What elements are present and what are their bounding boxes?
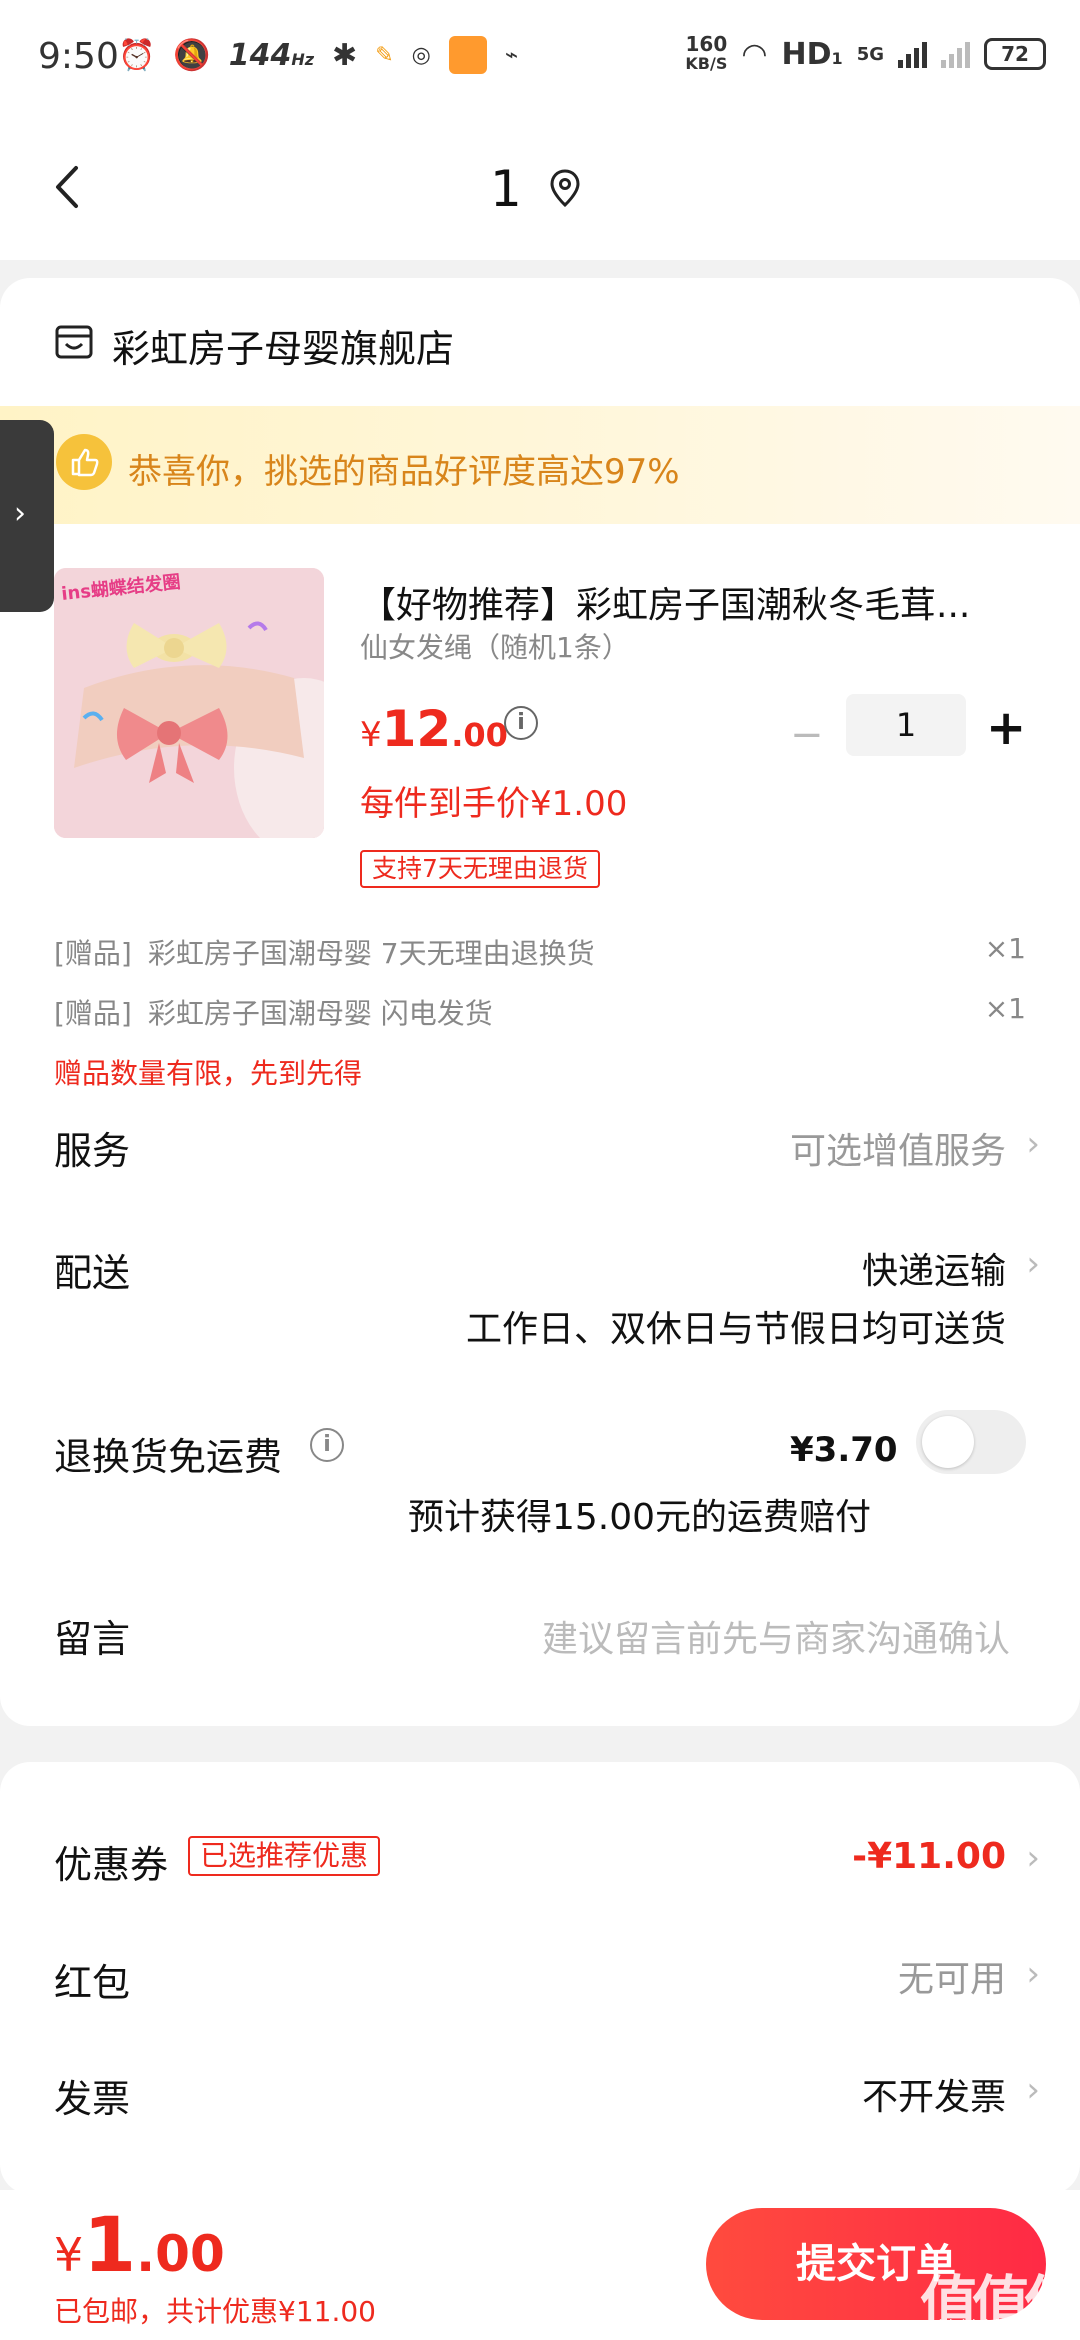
gift-quantity: ×1 — [984, 992, 1026, 1025]
link-icon: ⌁ — [504, 42, 519, 68]
service-value[interactable]: 可选增值服务 — [790, 1122, 1006, 1174]
watermark-url: zhizhizhi.com — [930, 2316, 1039, 2335]
gift-note: 赠品数量有限，先到先得 — [54, 1057, 363, 1090]
coupon-value[interactable]: -¥11.00 — [852, 1836, 1006, 1877]
toggle-knob — [922, 1416, 974, 1468]
status-right-icons: 160 KB/S ◠ HD1 5G 72 — [685, 34, 1046, 74]
shop-icon — [55, 325, 93, 359]
thumbs-up-icon — [56, 434, 112, 490]
address-title[interactable]: 1 — [490, 160, 522, 218]
app-notification-icon: ✎ — [375, 42, 394, 68]
cell-label: 5G — [856, 43, 884, 65]
gift-item: [赠品] 彩虹房子国潮母婴 7天无理由退换货 — [54, 937, 595, 970]
net-speed: 160 KB/S — [685, 32, 728, 73]
product-title[interactable]: 【好物推荐】彩虹房子国潮秋冬毛茸... — [360, 576, 1020, 628]
location-icon[interactable] — [548, 168, 582, 208]
total-note: 已包邮，共计优惠¥11.00 — [54, 2295, 376, 2328]
freight-toggle[interactable] — [916, 1410, 1026, 1474]
coupon-badge: 已选推荐优惠 — [188, 1836, 381, 1876]
alarm-icon: ⏰ — [118, 37, 156, 73]
chevron-right-icon[interactable]: › — [1026, 1124, 1040, 1164]
side-expand-tab[interactable]: › — [0, 420, 54, 612]
unit-price: 每件到手价¥1.00 — [360, 784, 628, 824]
wifi-icon: ◠ — [741, 36, 768, 72]
freight-info-icon[interactable]: i — [310, 1428, 344, 1462]
coupon-label: 优惠券 — [54, 1843, 169, 1887]
signal-2-icon — [941, 40, 970, 68]
gift-quantity: ×1 — [984, 932, 1026, 965]
delivery-label: 配送 — [54, 1251, 131, 1295]
eye-icon: ◎ — [411, 42, 431, 68]
freight-label: 退换货免运费 — [54, 1435, 283, 1479]
product-price: ¥12.00 — [360, 700, 508, 758]
freight-price: ¥3.70 — [790, 1430, 898, 1470]
delivery-subtitle: 工作日、双休日与节假日均可送货 — [465, 1309, 1006, 1350]
shop-name[interactable]: 彩虹房子母婴旗舰店 — [112, 318, 454, 373]
product-variant[interactable]: 仙女发绳（随机1条） — [360, 626, 630, 666]
status-bar: 9:50 ⏰ 🔕 144Hz ✱ ✎ ◎ ⌁ 160 KB/S ◠ HD1 5G… — [0, 0, 1080, 110]
delivery-value[interactable]: 快递运输 — [862, 1242, 1006, 1294]
page-header: 1 — [0, 110, 1080, 260]
invoice-value[interactable]: 不开发票 — [862, 2068, 1006, 2120]
freight-note: 预计获得15.00元的运费赔付 — [408, 1497, 872, 1538]
back-icon[interactable] — [48, 162, 88, 212]
chevron-right-icon[interactable]: › — [1026, 1244, 1040, 1284]
signal-icon — [898, 40, 927, 68]
chevron-right-icon: › — [14, 496, 26, 531]
rating-banner-text: 恭喜你，挑选的商品好评度高达97% — [128, 452, 680, 492]
total-price: ¥1.00 — [54, 2200, 225, 2289]
message-label: 留言 — [54, 1617, 131, 1661]
invoice-label: 发票 — [54, 2077, 131, 2121]
return-policy-badge: 支持7天无理由退货 — [360, 850, 600, 888]
bluetooth-icon: ✱ — [332, 37, 358, 73]
quantity-decrease-button[interactable]: − — [790, 712, 824, 758]
quantity-increase-button[interactable]: + — [986, 700, 1026, 756]
red-packet-label: 红包 — [54, 1961, 131, 2005]
refresh-rate: 144Hz — [228, 37, 315, 73]
message-input[interactable]: 建议留言前先与商家沟通确认 — [542, 1610, 1010, 1662]
battery-icon: 72 — [984, 38, 1046, 70]
red-packet-value[interactable]: 无可用 — [898, 1950, 1006, 2002]
service-label: 服务 — [54, 1129, 131, 1173]
chevron-right-icon[interactable]: › — [1026, 2070, 1040, 2110]
chevron-right-icon[interactable]: › — [1026, 1838, 1040, 1878]
network-label: HD1 — [781, 36, 843, 72]
status-left-icons: ⏰ 🔕 144Hz ✱ ✎ ◎ ⌁ — [118, 36, 518, 74]
chevron-right-icon[interactable]: › — [1026, 1954, 1040, 1994]
price-info-icon[interactable]: i — [504, 706, 538, 740]
product-image[interactable]: ins蝴蝶结发圈 — [54, 568, 324, 838]
status-time: 9:50 — [38, 36, 119, 77]
gift-item: [赠品] 彩虹房子国潮母婴 闪电发货 — [54, 997, 493, 1030]
quantity-input[interactable]: 1 — [846, 694, 966, 756]
mute-icon: 🔕 — [173, 37, 211, 73]
shopping-app-icon — [448, 36, 487, 74]
